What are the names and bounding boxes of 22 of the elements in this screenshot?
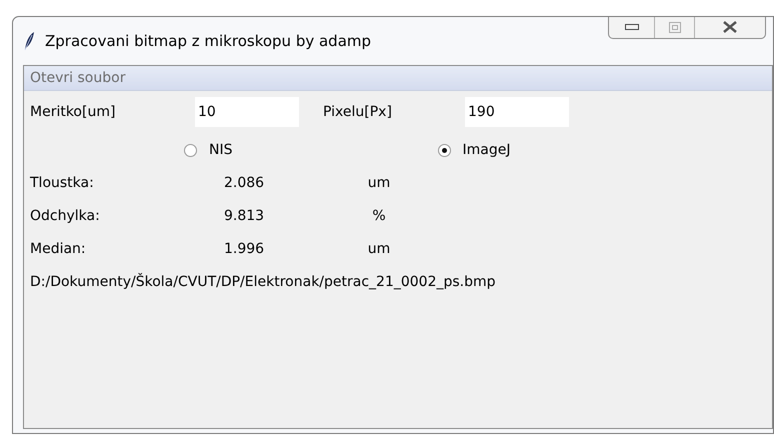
number-field[interactable]: 10	[195, 97, 299, 127]
field-label: Meritko[um]	[30, 104, 116, 120]
result-label: Odchylka:	[30, 208, 101, 224]
result-value: 9.813	[224, 208, 266, 224]
minimize-icon	[624, 24, 638, 30]
result-value: 1.996	[224, 241, 266, 257]
radio-option[interactable]: ImageJ	[438, 142, 510, 158]
unit-label: %	[371, 208, 387, 224]
field-label: Pixelu[Px]	[323, 104, 393, 120]
file-path: D:/Dokumenty/Škola/CVUT/DP/Elektronak/petrac_21_0002_ps.bmp	[29, 272, 497, 290]
unit-label: um	[366, 241, 392, 257]
result-value: 2.086	[224, 175, 266, 191]
unit-label: um	[366, 175, 392, 191]
close-icon	[723, 21, 737, 33]
result-label: Median:	[30, 241, 87, 257]
number-field[interactable]: 190	[465, 97, 569, 127]
window-title: Zpracovani bitmap z mikroskopu by adamp	[45, 32, 372, 50]
result-label: Tloustka:	[30, 175, 95, 191]
feather-icon	[23, 31, 35, 51]
maximize-icon	[668, 22, 680, 32]
menu-item[interactable]: Otevri soubor	[24, 70, 132, 86]
radio-option[interactable]: NIS	[184, 142, 232, 158]
